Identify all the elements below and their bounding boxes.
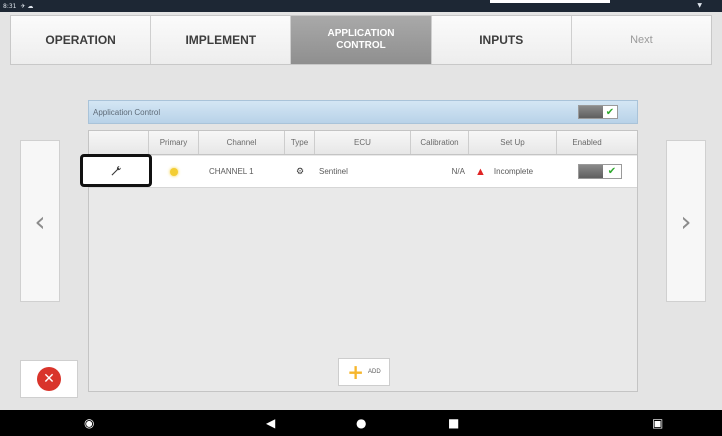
vpn-shield-icon[interactable]: ◉ <box>84 416 94 430</box>
row-enable-toggle[interactable]: ✔ <box>578 164 622 179</box>
calibration-value: N/A <box>451 167 465 176</box>
panel-enable-toggle[interactable]: ✔ <box>578 105 618 119</box>
navigation-bar: ◉ ◀ ● ■ ▣ <box>0 410 722 436</box>
ecu-cell: Sentinel <box>315 156 411 187</box>
calibration-cell: N/A <box>411 156 469 187</box>
channel-table: Primary Channel Type ECU Calibration Set… <box>88 130 638 392</box>
primary-cell <box>149 156 199 187</box>
next-page-button[interactable]: › <box>666 140 706 302</box>
gear-icon: ⚙ <box>295 166 305 176</box>
table-header: Primary Channel Type ECU Calibration Set… <box>89 131 637 155</box>
warning-icon: ▲ <box>475 165 486 178</box>
header-setup: Set Up <box>469 131 557 154</box>
tab-inputs[interactable]: INPUTS <box>431 16 572 64</box>
status-time: 8:31 <box>3 2 17 10</box>
back-icon[interactable]: ◀ <box>266 416 275 430</box>
header-type: Type <box>285 131 315 154</box>
ecu-name: Sentinel <box>319 167 348 176</box>
home-icon[interactable]: ● <box>356 416 366 430</box>
tab-operation[interactable]: OPERATION <box>11 16 152 64</box>
header-calibration: Calibration <box>411 131 469 154</box>
setup-status: Incomplete <box>493 167 534 176</box>
edit-channel-button[interactable] <box>80 154 152 187</box>
wifi-icon: ▼ <box>697 2 702 9</box>
tab-label: APPLICATION CONTROL <box>327 28 395 51</box>
notification-icon: ✈ ☁ <box>20 2 34 10</box>
tab-next[interactable]: Next <box>571 16 712 64</box>
close-button[interactable]: ✕ <box>20 360 78 398</box>
tab-bar: OPERATION IMPLEMENT APPLICATION CONTROL … <box>10 15 712 65</box>
sun-icon <box>170 167 178 176</box>
status-strip <box>490 0 610 3</box>
header-enabled: Enabled <box>572 138 602 147</box>
check-icon: ✔ <box>605 106 615 118</box>
header-tools <box>89 131 149 154</box>
toggle-knob <box>579 106 603 118</box>
previous-button[interactable]: ‹ <box>20 140 60 302</box>
type-cell: ⚙ <box>285 156 315 187</box>
status-bar: 8:31 ✈ ☁ ▼ <box>0 0 722 12</box>
panel-title: Application Control <box>93 107 161 117</box>
setup-cell: ▲ Incomplete <box>469 156 557 187</box>
tab-implement[interactable]: IMPLEMENT <box>151 16 292 64</box>
chevron-right-icon: › <box>680 204 692 238</box>
recents-icon[interactable]: ■ <box>448 416 459 430</box>
header-ecu: ECU <box>315 131 411 154</box>
table-row[interactable]: CHANNEL 1 ⚙ Sentinel N/A ▲ Incomplete <box>89 156 637 188</box>
tab-application-control[interactable]: APPLICATION CONTROL <box>291 16 432 64</box>
header-primary: Primary <box>149 131 199 154</box>
camera-icon[interactable]: ▣ <box>652 416 663 430</box>
toggle-knob <box>579 165 603 178</box>
header-channel: Channel <box>199 131 285 154</box>
chevron-left-icon: ‹ <box>34 204 46 238</box>
channel-cell: CHANNEL 1 <box>199 156 285 187</box>
add-label: ADD <box>368 369 381 375</box>
panel-header: Application Control <box>88 100 638 124</box>
check-icon: ✔ <box>607 166 617 177</box>
channel-name: CHANNEL 1 <box>209 167 254 176</box>
plus-icon: + <box>347 360 365 384</box>
wrench-icon <box>111 165 122 175</box>
add-channel-button[interactable]: + ADD <box>338 358 390 386</box>
close-icon: ✕ <box>37 367 61 391</box>
